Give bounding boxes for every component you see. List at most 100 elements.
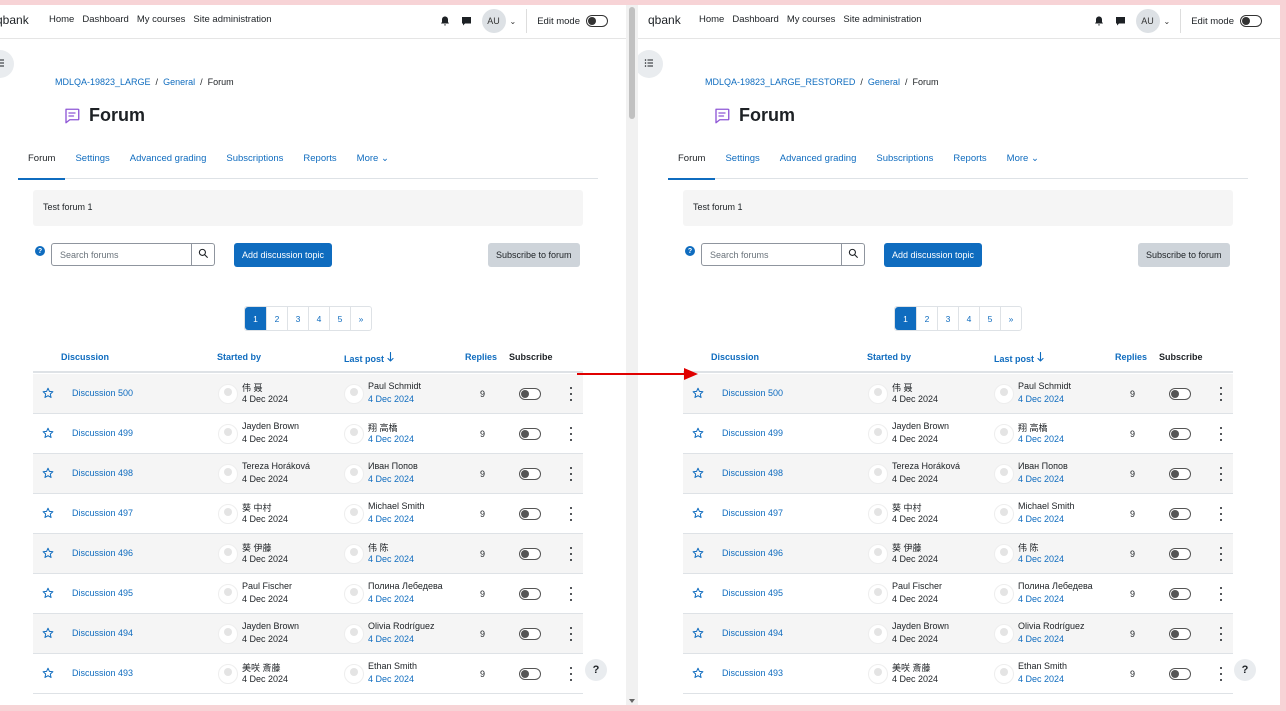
discussion-link[interactable]: Discussion 497 xyxy=(722,508,783,518)
discussion-link[interactable]: Discussion 496 xyxy=(72,548,133,558)
star-icon[interactable] xyxy=(42,387,54,399)
replies-count[interactable]: 9 xyxy=(1130,389,1135,399)
discussion-link[interactable]: Discussion 494 xyxy=(722,628,783,638)
nav-my-courses[interactable]: My courses xyxy=(137,14,186,25)
last-post-date[interactable]: 4 Dec 2024 xyxy=(368,594,414,604)
replies-count[interactable]: 9 xyxy=(480,469,485,479)
left-pane-scrollbar[interactable] xyxy=(626,5,638,705)
search-button[interactable] xyxy=(192,243,215,266)
help-icon[interactable]: ? xyxy=(685,246,695,256)
chevron-down-icon[interactable]: ⌄ xyxy=(510,17,517,26)
replies-count[interactable]: 9 xyxy=(1130,629,1135,639)
last-post-date[interactable]: 4 Dec 2024 xyxy=(368,514,414,524)
column-started-by[interactable]: Started by xyxy=(867,352,911,362)
star-icon[interactable] xyxy=(42,467,54,479)
breadcrumb-course[interactable]: MDLQA-19823_LARGE xyxy=(55,77,151,87)
tab-reports[interactable]: Reports xyxy=(943,145,996,179)
replies-count[interactable]: 9 xyxy=(480,389,485,399)
page-link[interactable]: 2 xyxy=(916,307,937,330)
nav-home[interactable]: Home xyxy=(49,14,74,25)
subscribe-toggle[interactable] xyxy=(519,508,541,520)
tab-more[interactable]: More ⌄ xyxy=(347,145,399,179)
more-actions-icon[interactable] xyxy=(1219,387,1223,401)
discussion-link[interactable]: Discussion 500 xyxy=(722,388,783,398)
search-input[interactable] xyxy=(51,243,192,266)
page-link[interactable]: 1 xyxy=(245,307,266,330)
discussion-link[interactable]: Discussion 497 xyxy=(72,508,133,518)
tab-reports[interactable]: Reports xyxy=(293,145,346,179)
more-actions-icon[interactable] xyxy=(569,507,573,521)
add-discussion-topic-button[interactable]: Add discussion topic xyxy=(884,243,983,267)
replies-count[interactable]: 9 xyxy=(1130,469,1135,479)
last-post-date[interactable]: 4 Dec 2024 xyxy=(1018,634,1064,644)
edit-mode-toggle[interactable] xyxy=(1240,15,1262,27)
star-icon[interactable] xyxy=(692,507,704,519)
page-link[interactable]: » xyxy=(350,307,371,330)
breadcrumb-section[interactable]: General xyxy=(163,77,195,87)
discussion-link[interactable]: Discussion 498 xyxy=(72,468,133,478)
column-discussion[interactable]: Discussion xyxy=(61,352,109,362)
star-icon[interactable] xyxy=(692,467,704,479)
star-icon[interactable] xyxy=(42,627,54,639)
replies-count[interactable]: 9 xyxy=(480,669,485,679)
column-last-post[interactable]: Last post xyxy=(344,351,394,364)
subscribe-toggle[interactable] xyxy=(1169,388,1191,400)
tab-settings[interactable]: Settings xyxy=(715,145,769,179)
replies-count[interactable]: 9 xyxy=(1130,549,1135,559)
chevron-down-icon[interactable]: ⌄ xyxy=(1164,17,1171,26)
last-post-date[interactable]: 4 Dec 2024 xyxy=(368,474,414,484)
more-actions-icon[interactable] xyxy=(1219,467,1223,481)
subscribe-toggle[interactable] xyxy=(519,428,541,440)
tab-advanced-grading[interactable]: Advanced grading xyxy=(770,145,867,179)
course-index-drawer-button[interactable] xyxy=(638,50,663,78)
replies-count[interactable]: 9 xyxy=(480,509,485,519)
replies-count[interactable]: 9 xyxy=(1130,669,1135,679)
help-button[interactable]: ? xyxy=(585,659,607,681)
last-post-date[interactable]: 4 Dec 2024 xyxy=(1018,594,1064,604)
site-brand[interactable]: qbank xyxy=(648,13,681,27)
replies-count[interactable]: 9 xyxy=(1130,429,1135,439)
subscribe-toggle[interactable] xyxy=(1169,588,1191,600)
user-avatar[interactable]: AU xyxy=(1135,9,1160,33)
last-post-date[interactable]: 4 Dec 2024 xyxy=(1018,674,1064,684)
discussion-link[interactable]: Discussion 493 xyxy=(722,668,783,678)
discussion-link[interactable]: Discussion 499 xyxy=(722,428,783,438)
course-index-drawer-button[interactable] xyxy=(0,50,14,78)
edit-mode-toggle[interactable] xyxy=(586,15,608,27)
more-actions-icon[interactable] xyxy=(1219,667,1223,681)
column-replies[interactable]: Replies xyxy=(465,352,497,362)
breadcrumb-course[interactable]: MDLQA-19823_LARGE_RESTORED xyxy=(705,77,855,87)
last-post-date[interactable]: 4 Dec 2024 xyxy=(1018,434,1064,444)
replies-count[interactable]: 9 xyxy=(480,589,485,599)
subscribe-to-forum-button[interactable]: Subscribe to forum xyxy=(1138,243,1230,267)
more-actions-icon[interactable] xyxy=(1219,507,1223,521)
last-post-date[interactable]: 4 Dec 2024 xyxy=(368,394,414,404)
page-link[interactable]: 3 xyxy=(937,307,958,330)
star-icon[interactable] xyxy=(42,507,54,519)
more-actions-icon[interactable] xyxy=(1219,627,1223,641)
star-icon[interactable] xyxy=(692,547,704,559)
subscribe-toggle[interactable] xyxy=(1169,548,1191,560)
page-link[interactable]: 3 xyxy=(287,307,308,330)
column-last-post[interactable]: Last post xyxy=(994,351,1044,364)
last-post-date[interactable]: 4 Dec 2024 xyxy=(368,674,414,684)
more-actions-icon[interactable] xyxy=(569,627,573,641)
discussion-link[interactable]: Discussion 495 xyxy=(722,588,783,598)
subscribe-toggle[interactable] xyxy=(1169,428,1191,440)
nav-home[interactable]: Home xyxy=(699,14,724,25)
page-link[interactable]: 4 xyxy=(308,307,329,330)
notifications-bell-icon[interactable] xyxy=(438,14,452,28)
page-link[interactable]: » xyxy=(1000,307,1021,330)
last-post-date[interactable]: 4 Dec 2024 xyxy=(1018,394,1064,404)
discussion-link[interactable]: Discussion 495 xyxy=(72,588,133,598)
subscribe-toggle[interactable] xyxy=(519,588,541,600)
search-button[interactable] xyxy=(842,243,865,266)
column-replies[interactable]: Replies xyxy=(1115,352,1147,362)
replies-count[interactable]: 9 xyxy=(1130,509,1135,519)
more-actions-icon[interactable] xyxy=(569,587,573,601)
more-actions-icon[interactable] xyxy=(1219,427,1223,441)
last-post-date[interactable]: 4 Dec 2024 xyxy=(368,634,414,644)
star-icon[interactable] xyxy=(692,427,704,439)
more-actions-icon[interactable] xyxy=(1219,547,1223,561)
user-avatar[interactable]: AU xyxy=(481,9,506,33)
